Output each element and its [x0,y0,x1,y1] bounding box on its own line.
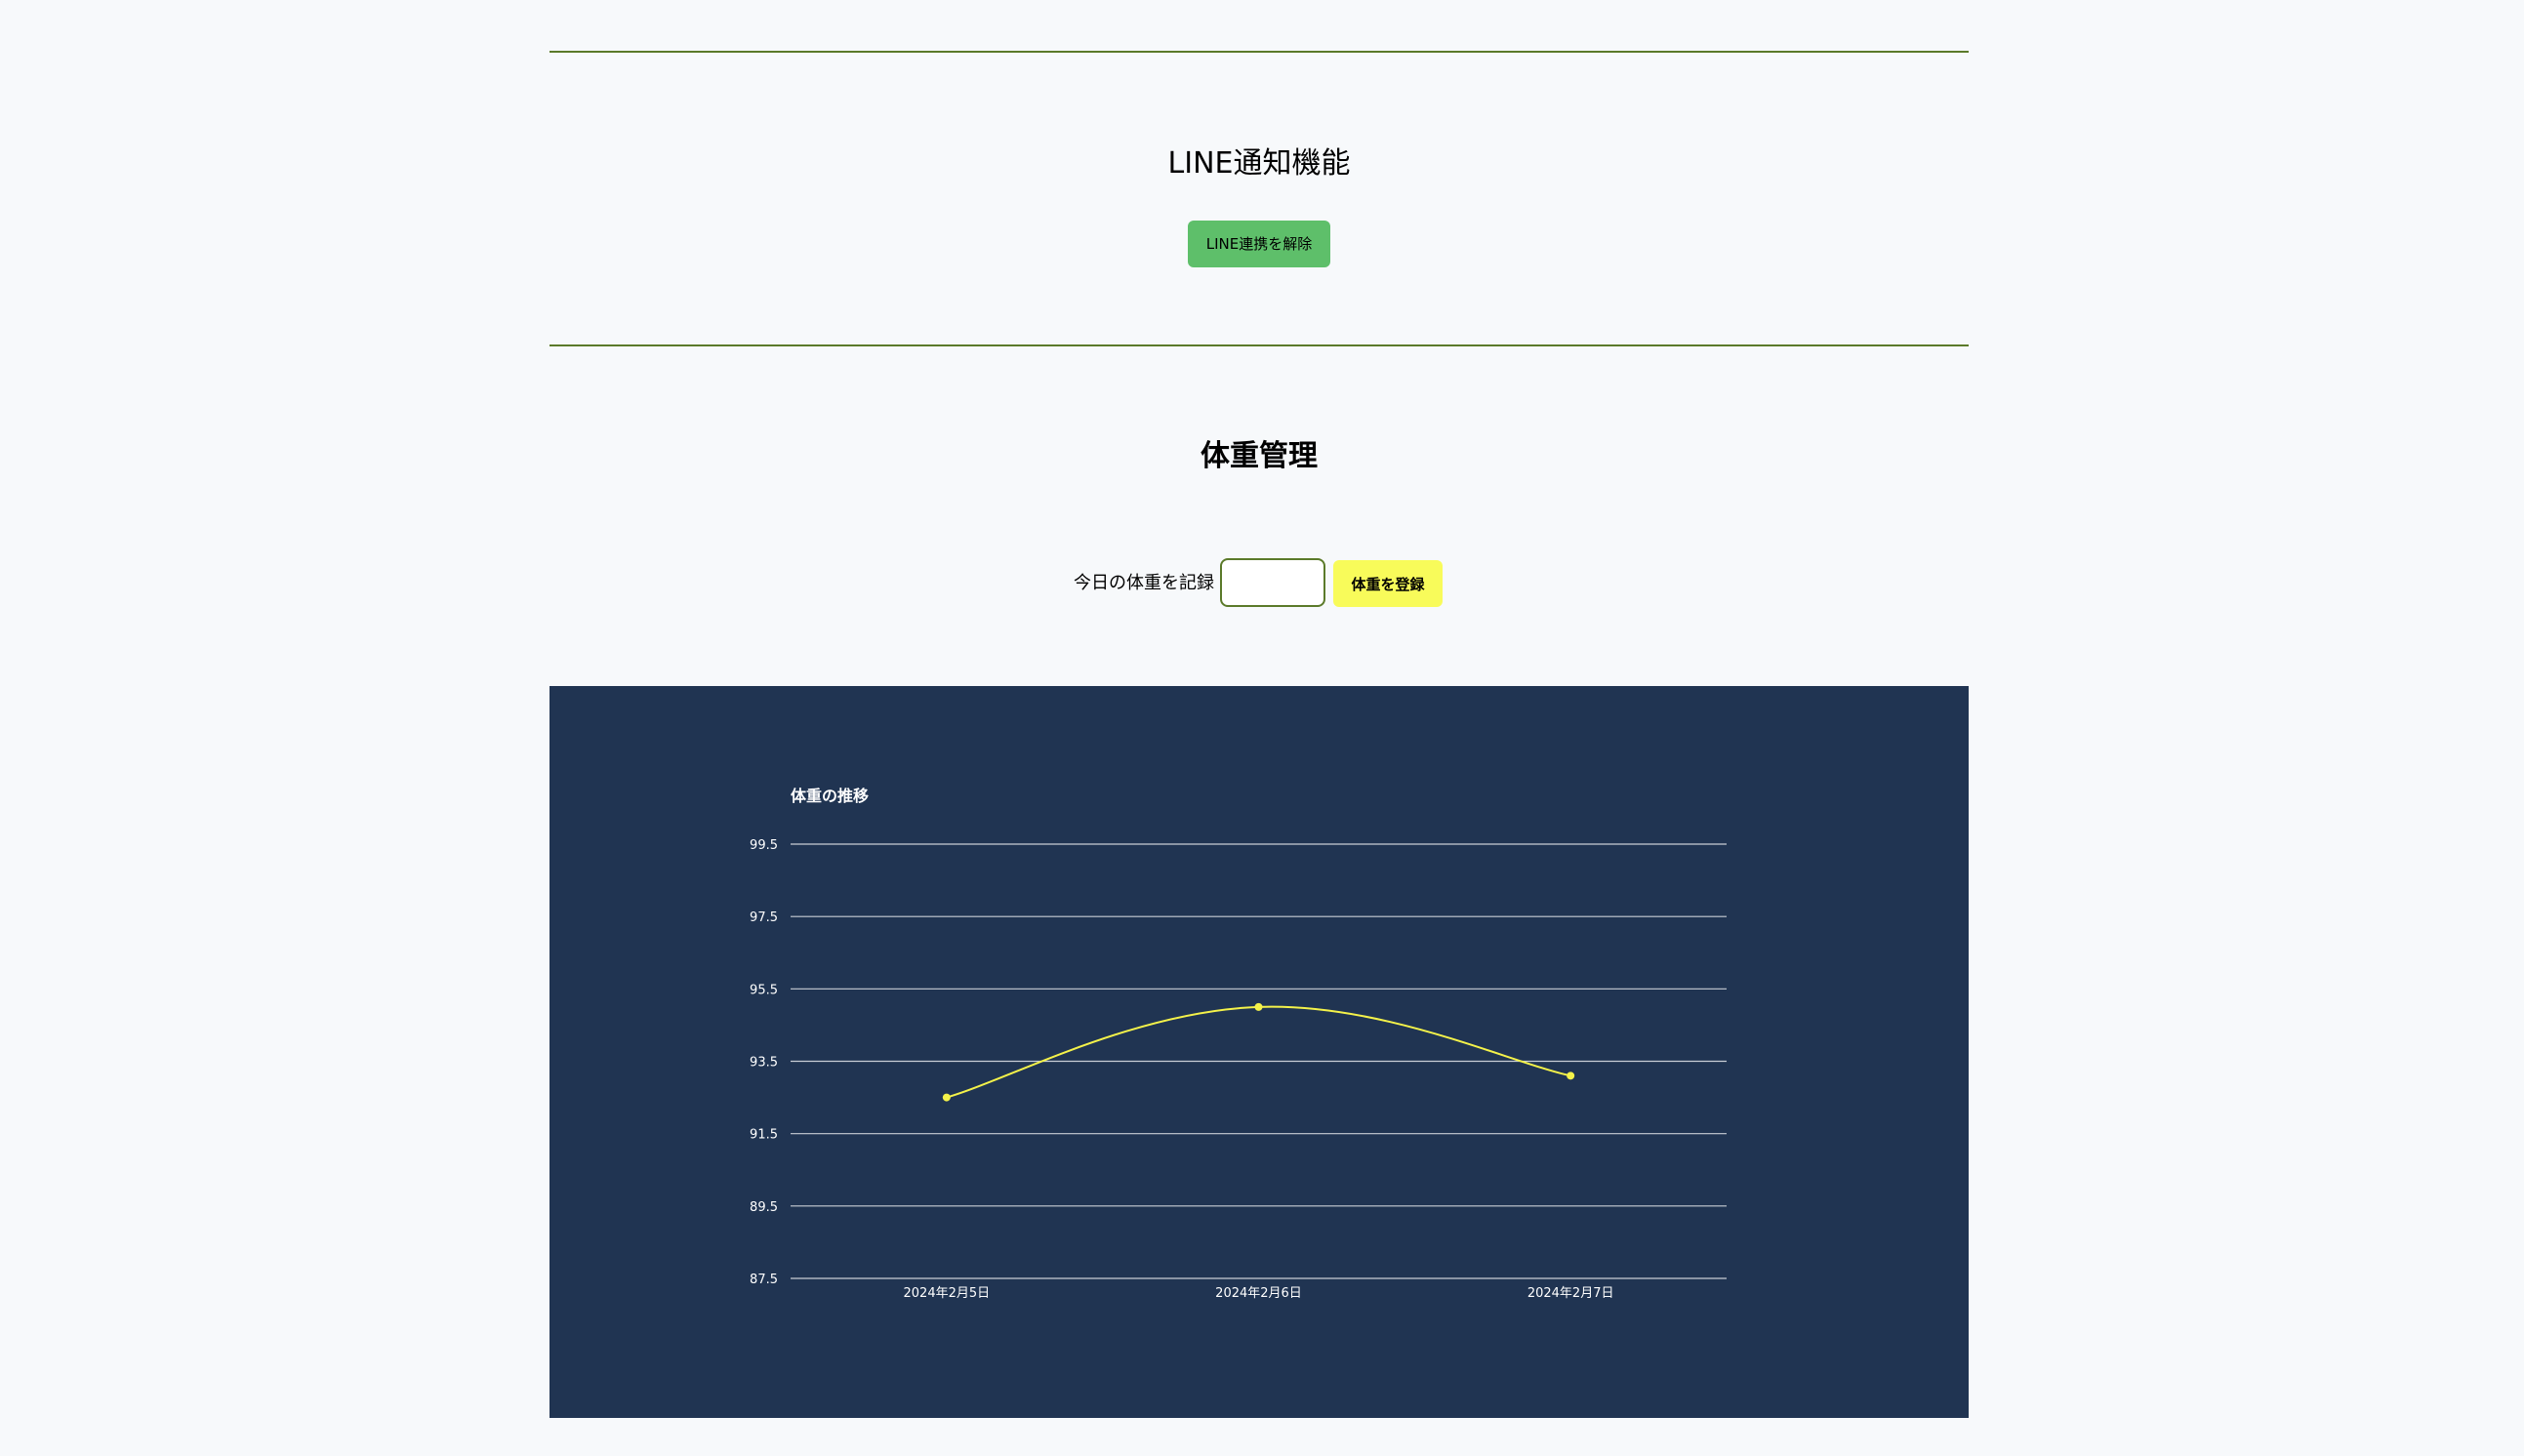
y-tick-label: 99.5 [750,838,778,853]
line-unlink-button[interactable]: LINE連携を解除 [1188,221,1330,267]
weight-data-point [942,1093,951,1102]
register-weight-button[interactable]: 体重を登録 [1333,560,1443,607]
weight-chart-panel: 99.5 97.5 95.5 93.5 91.5 89.5 87.5 2024年2月5日 202… [550,686,1969,1418]
page: LINE通知機能 LINE連携を解除 体重管理 今日の体重を記録 体重を登録 9… [0,0,2524,1456]
y-tick-label: 91.5 [750,1128,778,1143]
weight-chart: 99.5 97.5 95.5 93.5 91.5 89.5 87.5 2024年2月5日 202… [750,838,1727,1301]
line-section-title: LINE通知機能 [1167,146,1351,181]
x-tick-label: 2024年2月5日 [904,1286,991,1301]
weight-input[interactable] [1220,558,1325,607]
x-tick-label: 2024年2月7日 [1527,1286,1614,1301]
chart-title: 体重の推移 [791,787,870,805]
weight-record-label: 今日の体重を記録 [1074,573,1214,593]
y-tick-label: 87.5 [750,1273,778,1287]
y-tick-label: 95.5 [750,983,778,997]
divider-top [550,51,1969,53]
weight-data-point [1254,1002,1263,1011]
y-tick-label: 89.5 [750,1200,778,1215]
divider-middle [550,344,1969,346]
y-tick-label: 93.5 [750,1056,778,1071]
weight-data-point [1567,1072,1575,1080]
y-tick-label: 97.5 [750,910,778,925]
x-tick-label: 2024年2月6日 [1215,1286,1302,1301]
weight-series-line [946,1005,1571,1099]
weight-section-title: 体重管理 [1201,439,1318,473]
